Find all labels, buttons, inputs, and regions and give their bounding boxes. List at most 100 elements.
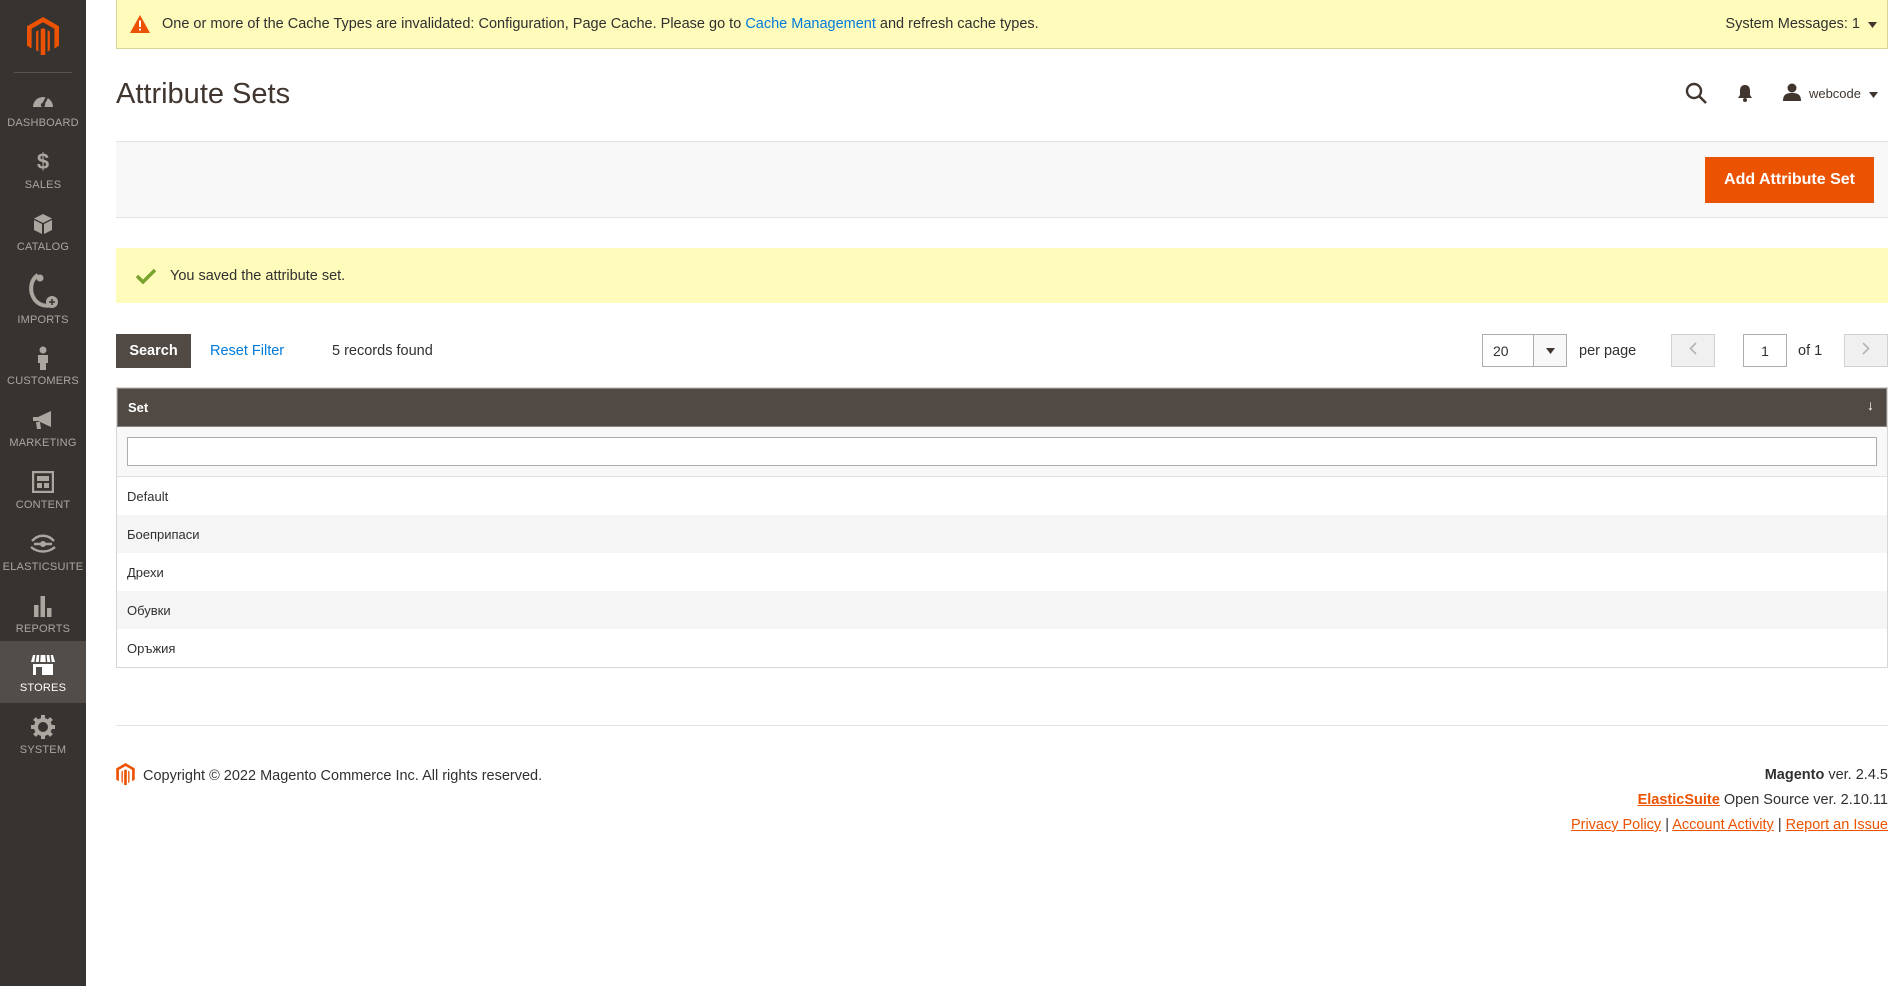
store-icon — [30, 651, 56, 679]
sidebar-item-label: SALES — [24, 178, 62, 191]
system-message-text: One or more of the Cache Types are inval… — [162, 16, 1039, 32]
success-message: You saved the attribute set. — [116, 248, 1888, 303]
system-messages-bar: One or more of the Cache Types are inval… — [116, 0, 1888, 49]
header-actions: webcode — [1655, 78, 1878, 108]
account-activity-link[interactable]: Account Activity — [1672, 817, 1774, 833]
elasticsuite-icon — [28, 530, 58, 558]
username: webcode — [1808, 85, 1861, 101]
attribute-sets-grid: Set ↓ Default Боеприпаси Дрехи Обувки Ор… — [116, 387, 1888, 668]
sidebar-item-label: STORES — [19, 681, 67, 694]
add-attribute-set-button[interactable]: Add Attribute Set — [1705, 157, 1874, 203]
page-footer: Copyright © 2022 Magento Commerce Inc. A… — [116, 725, 1888, 833]
sidebar-item-stores[interactable]: STORES — [0, 641, 86, 703]
admin-sidebar: DASHBOARD $ SALES CATALOG IMPORTS CUSTOM… — [0, 0, 86, 986]
next-page-button[interactable] — [1844, 334, 1888, 367]
chevron-down-icon[interactable] — [1533, 335, 1566, 366]
magento-version: Magento ver. 2.4.5 — [1571, 763, 1888, 788]
bell-icon[interactable] — [1737, 84, 1753, 102]
sidebar-item-label: CUSTOMERS — [7, 374, 79, 387]
cache-management-link[interactable]: Cache Management — [745, 16, 876, 32]
gear-icon — [31, 713, 55, 741]
megaphone-icon — [31, 406, 55, 434]
sidebar-item-label: CONTENT — [15, 498, 71, 511]
sidebar-item-catalog[interactable]: CATALOG — [0, 200, 86, 262]
previous-page-button[interactable] — [1671, 334, 1715, 367]
privacy-policy-link[interactable]: Privacy Policy — [1571, 817, 1661, 833]
sidebar-item-label: REPORTS — [15, 622, 71, 635]
magento-name: Magento — [1764, 767, 1825, 783]
copyright-text: Copyright © 2022 Magento Commerce Inc. A… — [143, 768, 543, 784]
sidebar-item-content[interactable]: CONTENT — [0, 458, 86, 520]
notice-text-before: One or more of the Cache Types are inval… — [162, 16, 742, 32]
chevron-right-icon — [1862, 341, 1870, 360]
page-size-value: 20 — [1493, 342, 1509, 359]
notice-text-after: and refresh cache types. — [879, 16, 1039, 32]
checkmark-icon — [136, 268, 156, 284]
content-icon — [32, 468, 54, 496]
person-icon — [36, 344, 50, 372]
dollar-icon: $ — [36, 148, 50, 174]
sort-arrow-icon: ↓ — [1867, 397, 1874, 413]
sidebar-item-label: DASHBOARD — [7, 116, 79, 129]
table-row[interactable]: Оръжия — [117, 629, 1887, 667]
sidebar-item-reports[interactable]: REPORTS — [0, 582, 86, 644]
search-button[interactable]: Search — [116, 334, 191, 368]
elasticsuite-version-text: Open Source ver. 2.10.11 — [1723, 792, 1888, 808]
magento-logo[interactable] — [0, 0, 86, 72]
column-header-label: Set — [128, 400, 149, 415]
sidebar-item-label: SYSTEM — [19, 743, 67, 756]
sidebar-item-sales[interactable]: $ SALES — [0, 138, 86, 200]
grid-toolbar: Search Reset Filter 5 records found 20 p… — [116, 334, 1888, 368]
sidebar-item-label: CATALOG — [16, 240, 70, 253]
table-row[interactable]: Обувки — [117, 591, 1887, 629]
logo-divider — [14, 72, 72, 73]
table-row[interactable]: Боеприпаси — [117, 515, 1887, 553]
warning-icon — [130, 15, 150, 33]
table-row[interactable]: Дрехи — [117, 553, 1887, 591]
grid-filter-row — [117, 427, 1887, 477]
imports-icon — [26, 271, 60, 311]
magento-version-text: ver. 2.4.5 — [1828, 767, 1888, 783]
sidebar-item-label: IMPORTS — [17, 313, 69, 326]
set-name-filter-input[interactable] — [127, 437, 1877, 466]
sidebar-item-marketing[interactable]: MARKETING — [0, 396, 86, 458]
box-icon — [33, 210, 53, 238]
sidebar-item-dashboard[interactable]: DASHBOARD — [0, 76, 86, 138]
dashboard-icon — [31, 86, 55, 114]
copyright: Copyright © 2022 Magento Commerce Inc. A… — [116, 763, 542, 789]
sidebar-item-imports[interactable]: IMPORTS — [0, 262, 86, 334]
total-pages-label: of 1 — [1798, 343, 1823, 359]
elasticsuite-version: ElasticSuite Open Source ver. 2.10.11 — [1571, 788, 1888, 813]
records-count: 5 records found — [332, 343, 433, 359]
bar-chart-icon — [33, 592, 53, 620]
chevron-down-icon — [1869, 86, 1878, 101]
search-icon[interactable] — [1685, 82, 1707, 104]
table-row[interactable]: Default — [117, 477, 1887, 515]
user-account-menu[interactable]: webcode — [1782, 83, 1878, 104]
version-info: Magento ver. 2.4.5 ElasticSuite Open Sou… — [1571, 763, 1888, 838]
sidebar-item-label: ELASTICSUITE — [2, 560, 84, 573]
page-title: Attribute Sets — [116, 78, 291, 110]
user-icon — [1782, 83, 1801, 104]
per-page-label: per page — [1579, 343, 1637, 359]
column-header-set[interactable]: Set ↓ — [117, 388, 1887, 427]
system-messages-toggle[interactable]: System Messages: 1 — [1725, 0, 1877, 48]
chevron-down-icon — [1868, 16, 1877, 32]
magento-logo-icon — [27, 17, 59, 55]
sidebar-item-customers[interactable]: CUSTOMERS — [0, 334, 86, 396]
sidebar-item-system[interactable]: SYSTEM — [0, 703, 86, 765]
elasticsuite-link[interactable]: ElasticSuite — [1638, 792, 1720, 808]
magento-logo-icon — [116, 763, 135, 789]
success-message-text: You saved the attribute set. — [170, 267, 346, 284]
reset-filter-link[interactable]: Reset Filter — [210, 343, 284, 359]
system-messages-count: System Messages: 1 — [1725, 16, 1860, 32]
sidebar-item-elasticsuite[interactable]: ELASTICSUITE — [0, 520, 86, 582]
page-actions-bar: Add Attribute Set — [116, 141, 1888, 218]
report-issue-link[interactable]: Report an Issue — [1786, 817, 1888, 833]
chevron-left-icon — [1689, 341, 1697, 360]
link-separator: | — [1665, 817, 1669, 833]
page-size-select[interactable]: 20 — [1482, 334, 1567, 367]
sidebar-item-label: MARKETING — [9, 436, 77, 449]
link-separator: | — [1777, 817, 1782, 833]
current-page-input[interactable]: 1 — [1743, 334, 1787, 367]
